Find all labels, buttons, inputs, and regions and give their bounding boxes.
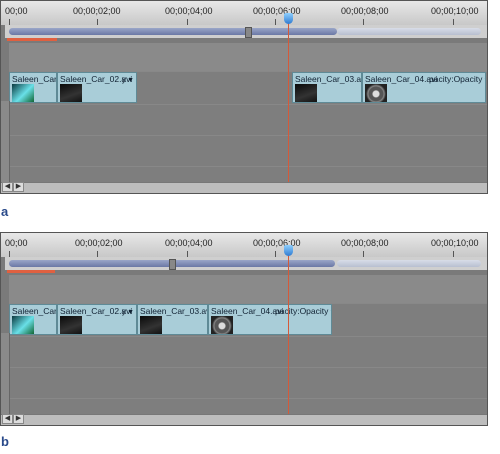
video-track-upper [9,275,487,304]
horizontal-scrollbar[interactable]: ◀ ▶ [1,414,487,425]
clip-thumbnail [12,84,34,102]
timecode-label: 00;00;04;00 [165,238,213,248]
timecode-label: 00;00;08;00 [341,6,389,16]
timecode-label: 00;00;08;00 [341,238,389,248]
clip-saleen-car-03[interactable]: Saleen_Car_03.avi [292,72,362,103]
video-track: Saleen_Car_0 Saleen_Car_02.avi y▼ Saleen… [9,71,487,105]
clip-name: Saleen_Car_0 [12,74,57,84]
clip-thumbnail [12,316,34,334]
timecode-label: 00;00;04;00 [165,6,213,16]
timeline-panel-a: 00;00 00;00;02;00 00;00;04;00 00;00;06;0… [0,0,488,194]
playhead-line [288,13,289,189]
timecode-label: 00;00;02;00 [75,238,123,248]
clip-thumbnail [140,316,162,334]
zoom-scrollbar[interactable] [5,25,487,38]
clip-saleen-car-01[interactable]: Saleen_Car_0 [9,304,57,335]
clip-name: Saleen_Car_0 [12,306,57,316]
timeline-panel-b: 00;00 00;00;02;00 00;00;04;00 00;00;06;0… [0,232,488,426]
playhead-handle[interactable] [284,245,293,256]
arrow-left-icon[interactable]: ◀ [2,414,13,424]
horizontal-scrollbar[interactable]: ◀ ▶ [1,182,487,193]
arrow-left-icon[interactable]: ◀ [2,182,13,192]
zoom-track-end [337,28,481,35]
arrow-right-icon[interactable]: ▶ [13,414,24,424]
clip-saleen-car-02[interactable]: Saleen_Car_02.avi y▼ [57,304,137,335]
fx-label: pacity:Opacity [429,74,483,84]
track-header-strip [1,101,10,183]
clip-name: Saleen_Car_04.avi [211,306,284,316]
track-header-strip [1,333,10,415]
work-area-bar[interactable] [7,270,55,273]
playhead-handle[interactable] [284,13,293,24]
fx-menu[interactable]: pacity:Opacity▼ [429,74,485,84]
clip-thumbnail [295,84,317,102]
clip-thumbnail [60,84,82,102]
fx-label: pacity:Opacity [275,306,329,316]
work-area-bar[interactable] [7,38,57,41]
zoom-handle[interactable] [169,259,176,270]
fx-menu[interactable]: y▼ [122,74,134,84]
clip-thumbnail [365,84,387,102]
audio-track-1 [9,336,487,368]
time-ruler[interactable]: 00;00 00;00;02;00 00;00;04;00 00;00;06;0… [1,233,487,257]
fx-menu[interactable]: y▼ [122,306,134,316]
clip-saleen-car-01[interactable]: Saleen_Car_0 [9,72,57,103]
triangle-down-icon: ▼ [329,309,331,316]
audio-track-2 [9,135,487,167]
clip-saleen-car-03[interactable]: Saleen_Car_03.avi [137,304,208,335]
video-track-upper [9,43,487,72]
zoom-scrollbar[interactable] [5,257,487,270]
timecode-label: 00;00;10;00 [431,6,479,16]
timecode-label: 00;00;06;00 [253,6,301,16]
timecode-label: 00;00;02;00 [73,6,121,16]
arrow-right-icon[interactable]: ▶ [13,182,24,192]
timecode-label: 00;00;10;00 [431,238,479,248]
audio-track-2 [9,367,487,399]
timecode-label: 00;00;06;00 [253,238,301,248]
clip-saleen-car-04[interactable]: Saleen_Car_04.avi pacity:Opacity▼ [208,304,332,335]
video-track: Saleen_Car_0 Saleen_Car_02.avi y▼ Saleen… [9,303,487,337]
clip-saleen-car-02[interactable]: Saleen_Car_02.avi y▼ [57,72,137,103]
clip-name: Saleen_Car_03.avi [140,306,208,316]
timecode-label: 00;00 [5,6,28,16]
clip-name: Saleen_Car_04.avi [365,74,438,84]
panel-label: b [1,434,9,449]
zoom-track-end [337,260,481,267]
triangle-down-icon: ▼ [483,77,485,84]
fx-label: y [121,74,127,84]
audio-track-1 [9,104,487,136]
clip-saleen-car-04[interactable]: Saleen_Car_04.avi pacity:Opacity▼ [362,72,486,103]
time-ruler[interactable]: 00;00 00;00;02;00 00;00;04;00 00;00;06;0… [1,1,487,25]
panel-label: a [1,204,9,219]
triangle-down-icon: ▼ [127,309,134,316]
clip-name: Saleen_Car_03.avi [295,74,362,84]
timecode-label: 00;00 [5,238,28,248]
zoom-handle[interactable] [245,27,252,38]
clip-thumbnail [60,316,82,334]
playhead-line [288,245,289,421]
fx-menu[interactable]: pacity:Opacity▼ [275,306,331,316]
triangle-down-icon: ▼ [127,77,134,84]
fx-label: y [121,306,127,316]
clip-thumbnail [211,316,233,334]
